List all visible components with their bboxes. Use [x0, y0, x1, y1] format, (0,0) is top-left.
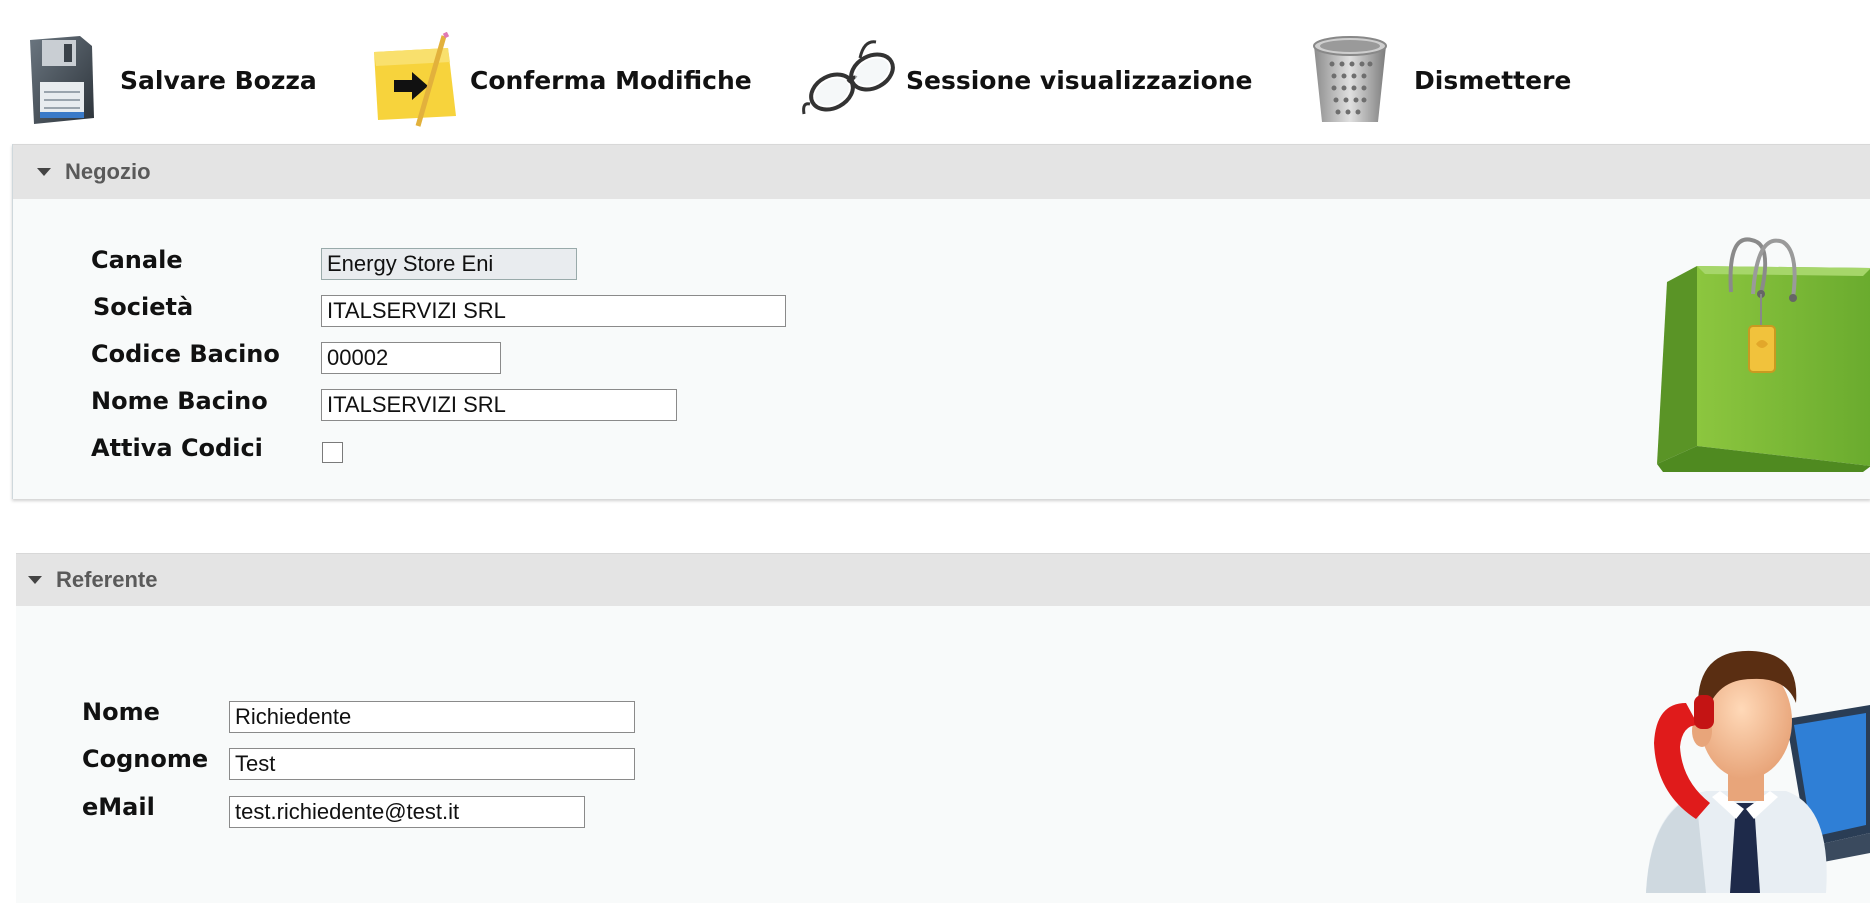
email-label: eMail	[82, 793, 155, 821]
nome-bacino-field[interactable]	[321, 389, 677, 421]
collapse-caret-icon	[28, 576, 42, 584]
cognome-field[interactable]	[229, 748, 635, 780]
contact-panel: Referente Nome Cognome eMail	[16, 553, 1870, 903]
collapse-caret-icon	[37, 168, 51, 176]
contact-panel-title: Referente	[56, 567, 158, 592]
view-session-button[interactable]: Sessione visualizzazione	[800, 30, 1253, 130]
store-panel-title: Negozio	[65, 159, 151, 184]
decommission-label: Dismettere	[1414, 65, 1572, 95]
societa-field[interactable]	[321, 295, 786, 327]
view-session-label: Sessione visualizzazione	[906, 65, 1253, 95]
nome-label: Nome	[82, 698, 160, 726]
nome-field[interactable]	[229, 701, 635, 733]
save-draft-button[interactable]: Salvare Bozza	[28, 30, 317, 130]
contact-person-icon	[1646, 650, 1870, 893]
codice-bacino-field[interactable]	[321, 342, 501, 374]
store-panel-header[interactable]: Negozio	[13, 144, 1870, 199]
canale-label: Canale	[91, 246, 183, 274]
nome-bacino-label: Nome Bacino	[91, 387, 268, 415]
store-panel: Negozio Canale Società Codice Bacino Nom…	[12, 144, 1870, 499]
floppy-disk-icon	[30, 36, 94, 124]
confirm-changes-button[interactable]: Conferma Modifiche	[372, 30, 752, 130]
shopping-bag-icon	[1657, 237, 1870, 472]
codice-bacino-label: Codice Bacino	[91, 340, 280, 368]
note-arrow-icon	[374, 32, 456, 127]
save-draft-label: Salvare Bozza	[120, 65, 317, 95]
decommission-button[interactable]: Dismettere	[1310, 30, 1571, 130]
societa-label: Società	[93, 293, 194, 321]
cognome-label: Cognome	[82, 745, 209, 773]
email-field[interactable]	[229, 796, 585, 828]
glasses-icon	[802, 40, 895, 115]
attiva-codici-label: Attiva Codici	[91, 434, 263, 462]
attiva-codici-checkbox[interactable]	[322, 442, 343, 463]
trash-bin-icon	[1313, 36, 1387, 122]
canale-field[interactable]	[321, 248, 577, 280]
confirm-changes-label: Conferma Modifiche	[470, 65, 752, 95]
contact-panel-header[interactable]: Referente	[16, 553, 1870, 606]
toolbar: Salvare Bozza Conferma Modifiche Session…	[0, 0, 1870, 144]
